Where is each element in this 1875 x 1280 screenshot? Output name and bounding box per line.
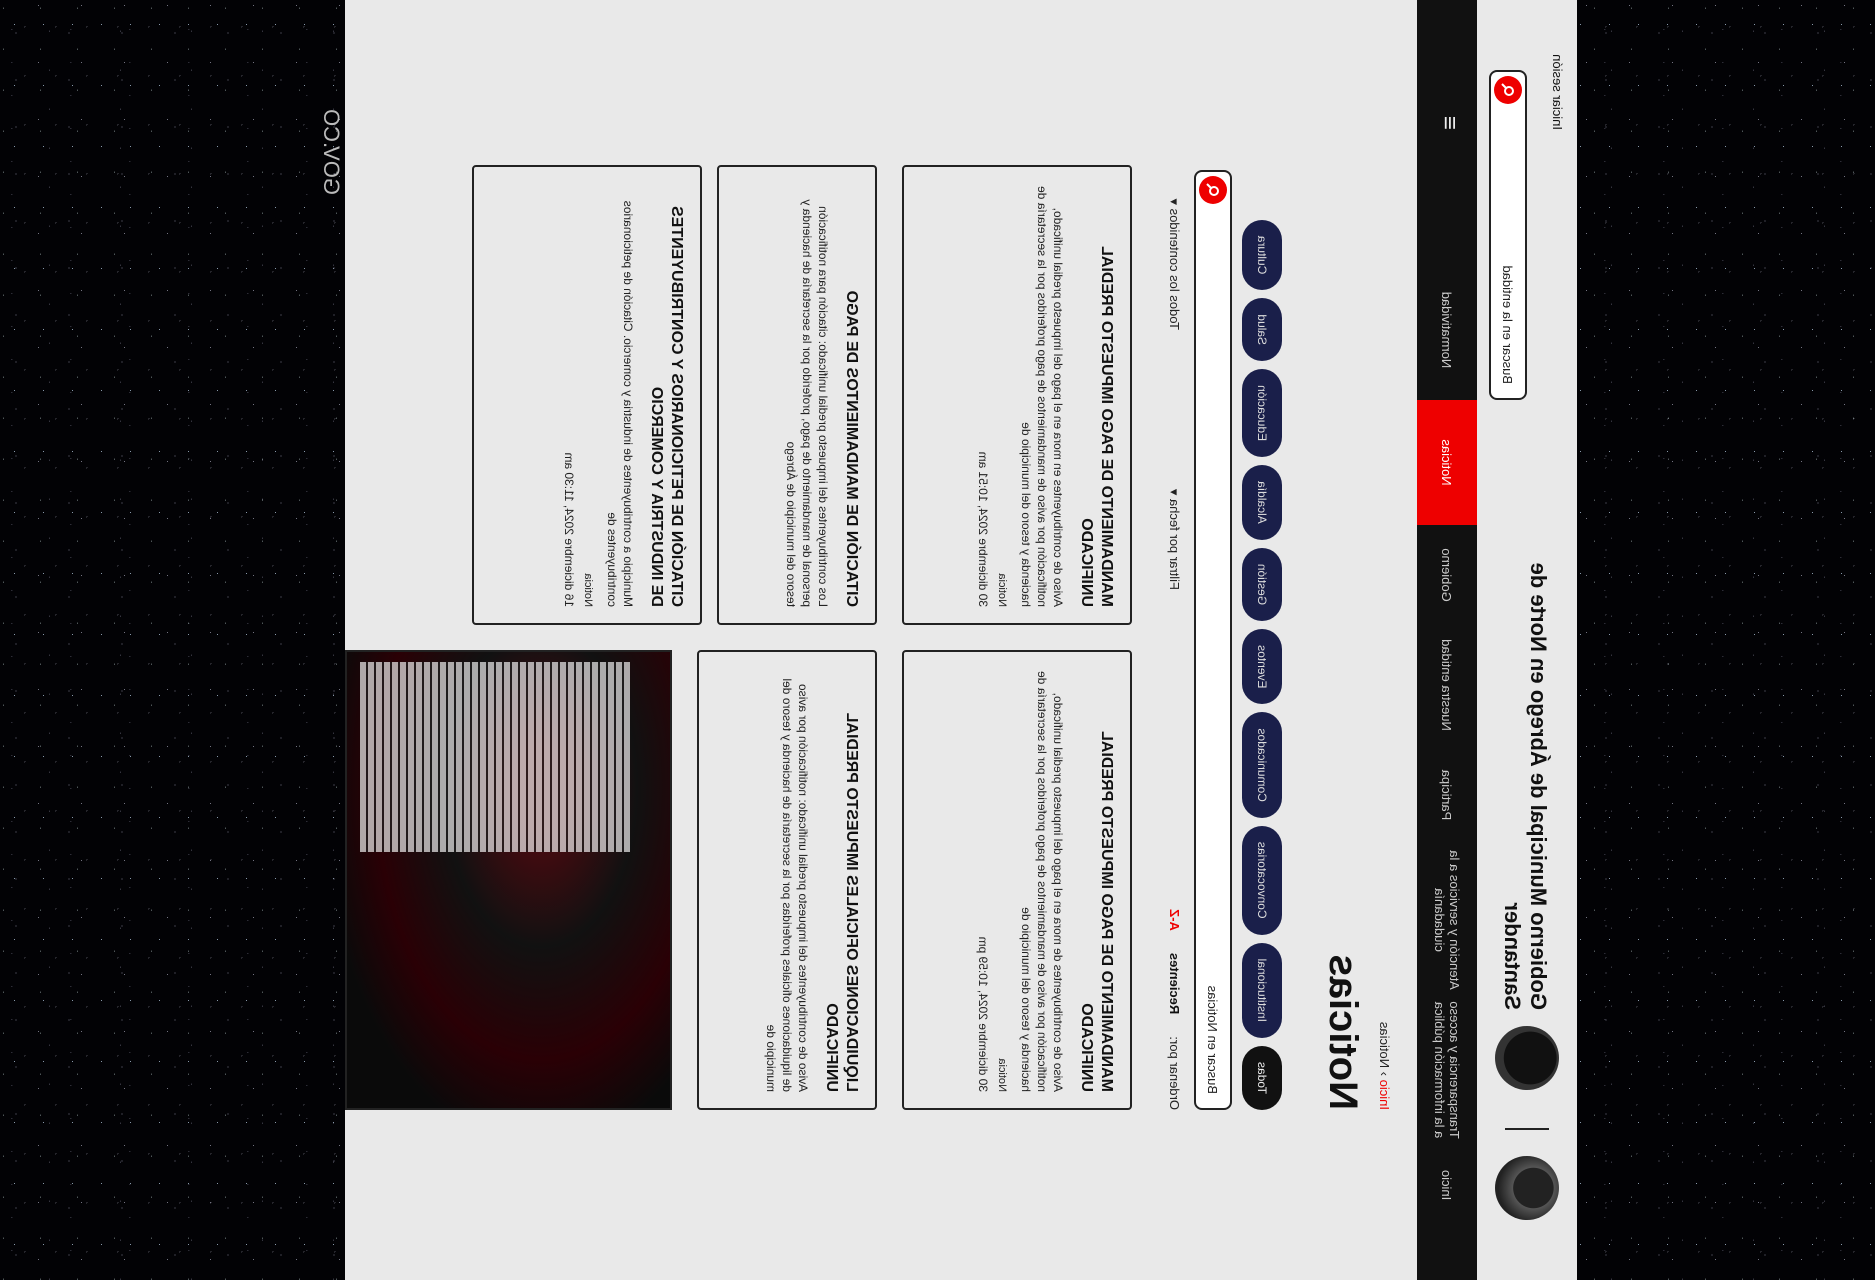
nav-item-nuestra-entidad[interactable]: Nuestra entidad [1417,630,1477,740]
entity-search-input[interactable]: Buscar en la entidad [1489,70,1527,400]
news-card-description: Aviso de contribuyentes en mora en el pa… [1019,186,1065,607]
featured-news-image[interactable] [345,650,672,1110]
page-content: Gobierno Municipal de Ábrego en Norte de… [345,0,1577,1280]
filter-chip[interactable]: Todas [1242,1045,1282,1110]
filter-chip[interactable]: Gestión [1242,547,1282,622]
news-card[interactable]: Citación de peticionarios y contribuyent… [472,165,702,625]
news-search-button[interactable] [1199,176,1227,204]
news-card-title[interactable]: Liquidaciones oficiales impuesto predial… [821,668,861,1092]
news-card-title[interactable]: Citación de peticionarios y contribuyent… [646,183,686,607]
breadcrumb-current: Noticias [1377,1021,1392,1069]
news-card-description: Municipio a contribuyentes de industria … [605,200,635,607]
menu-icon[interactable]: ≡ [1435,116,1463,130]
news-card-description: Los contribuyentes del impuesto predial … [784,199,830,607]
breadcrumb: Inicio › Noticias [1377,1022,1392,1110]
news-card[interactable]: Mandamiento de pago impuesto predial uni… [902,650,1132,1110]
page-title: Noticias [1321,954,1365,1110]
news-card-date: 30 diciembre 2024, 10:59 pm [976,936,990,1092]
filter-chip[interactable]: Institucional [1242,942,1282,1038]
nav-item-inicio[interactable]: Inicio [1417,1150,1477,1220]
filter-chip[interactable]: Cultura [1242,219,1282,291]
news-card-title[interactable]: Mandamiento de pago impuesto predial uni… [1076,183,1116,607]
news-card-title[interactable]: Citación de mandamientos de pago [841,183,861,607]
news-card-tag: Noticia [996,1058,1008,1092]
sort-a-z[interactable]: A-Z [1167,909,1182,931]
news-search-placeholder: Buscar en Noticias [1205,985,1220,1094]
filter-chip[interactable]: Alcaldía [1242,465,1282,540]
gov-co-logo[interactable]: GOV.CO [314,55,344,195]
contents-filter-label: Todos los contenidos [1167,208,1182,330]
news-search-input[interactable]: Buscar en Noticias [1194,170,1232,1110]
nav-item-normatividad[interactable]: Normatividad [1417,270,1477,390]
nav-item-participa[interactable]: Participa [1417,750,1477,840]
contents-filter-dropdown[interactable]: Todos los contenidos ▾ [1166,198,1182,330]
news-card[interactable]: Citación de mandamientos de pago Los con… [717,165,877,625]
news-card-description: Aviso de contribuyentes del impuesto pre… [764,678,810,1092]
sort-options: Ordenar por: Recientes A-Z [1167,909,1182,1110]
filter-chip[interactable]: Educación [1242,369,1282,458]
filter-chip[interactable]: Convocatorias [1242,825,1282,935]
news-card-tag: Noticia [582,573,594,607]
chevron-down-icon: ▾ [1167,488,1182,496]
search-icon [1206,183,1219,196]
main-nav: Inicio Transparencia y acceso a la infor… [1417,0,1477,1280]
breadcrumb-home[interactable]: Inicio [1377,1080,1392,1110]
entity-search-placeholder: Buscar en la entidad [1500,265,1515,384]
nav-item-atencion[interactable]: Atención y servicios a la ciudadanía [1417,850,1477,990]
login-link[interactable]: Iniciar sesión [1550,54,1565,130]
news-card[interactable]: Mandamiento de pago impuesto predial uni… [902,165,1132,625]
search-button[interactable] [1494,76,1522,104]
news-card-description: Aviso de contribuyentes de mora en el pa… [1019,671,1065,1092]
news-card-title[interactable]: Mandamiento de pago impuesto predial uni… [1076,668,1116,1092]
news-card-date: 16 diciembre 2024, 11:30 am [562,452,576,607]
filter-chip[interactable]: Eventos [1242,629,1282,705]
coat-of-arms-icon [1495,1156,1559,1220]
news-card-tag: Noticia [996,573,1008,607]
filter-chip[interactable]: Comunicados [1242,712,1282,818]
date-filter-dropdown[interactable]: Filtrar por fecha ▾ [1166,489,1182,590]
nav-item-gobierno[interactable]: Gobierno [1417,530,1477,620]
nav-item-transparencia[interactable]: Transparencia y acceso a la información … [1417,1000,1477,1140]
category-filters: Todas Institucional Convocatorias Comuni… [1242,219,1282,1110]
entity-name[interactable]: Gobierno Municipal de Ábrego en Norte de… [1499,550,1551,1010]
browser-page: Gobierno Municipal de Ábrego en Norte de… [345,0,1577,1280]
municipal-shield-icon [1495,1026,1559,1090]
document-image [360,662,630,852]
nav-item-noticias[interactable]: Noticias [1417,400,1477,525]
breadcrumb-separator: › [1377,1068,1392,1077]
news-card-date: 30 diciembre 2024, 10:51 am [976,451,990,607]
sort-label: Ordenar por: [1167,1036,1182,1110]
search-icon [1501,83,1514,96]
filter-chip[interactable]: Salud [1242,298,1282,362]
date-filter-label: Filtrar por fecha [1167,498,1182,590]
chevron-down-icon: ▾ [1167,198,1182,205]
sort-recientes[interactable]: Recientes [1167,953,1182,1014]
news-card[interactable]: Liquidaciones oficiales impuesto predial… [697,650,877,1110]
header: Gobierno Municipal de Ábrego en Norte de… [1477,0,1577,1280]
header-divider [1505,1128,1549,1130]
